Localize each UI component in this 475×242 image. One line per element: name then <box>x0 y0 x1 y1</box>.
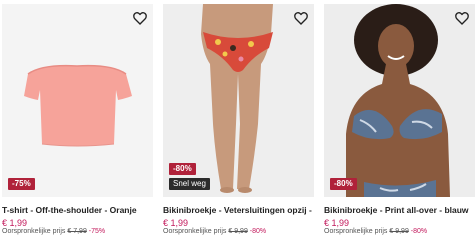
product-image[interactable]: -80% <box>324 4 475 197</box>
product-card[interactable]: -80% Snel weg Bikinibroekje - Vetersluit… <box>163 0 314 242</box>
original-price: € 9,99 <box>389 228 409 235</box>
original-price: € 9,99 <box>228 228 248 235</box>
product-price: € 1,99 <box>163 218 189 228</box>
model-bikini-image <box>324 4 475 197</box>
t-shirt-image <box>2 4 153 197</box>
original-price-line: Oorspronkelijke prijs € 9,99 -80% <box>163 228 266 235</box>
discount-badge: -80% <box>330 178 357 190</box>
product-image[interactable]: -75% <box>2 4 153 197</box>
wishlist-heart-icon[interactable] <box>132 10 148 26</box>
product-image[interactable]: -80% Snel weg <box>163 4 314 197</box>
wishlist-heart-icon[interactable] <box>293 10 309 26</box>
product-grid: -75% T-shirt - Off-the-shoulder - Oranje… <box>0 0 475 242</box>
product-price: € 1,99 <box>2 218 28 228</box>
wishlist-heart-icon[interactable] <box>454 10 470 26</box>
discount-badge: -80% <box>169 163 196 175</box>
original-price-line: Oorspronkelijke prijs € 7,99 -75% <box>2 228 105 235</box>
original-price-label: Oorspronkelijke prijs <box>324 228 388 235</box>
original-discount: -80% <box>410 228 428 235</box>
snel-weg-tag: Snel weg <box>169 178 210 190</box>
product-card[interactable]: -75% T-shirt - Off-the-shoulder - Oranje… <box>2 0 153 242</box>
product-card[interactable]: -80% Bikinibroekje - Print all-over - bl… <box>324 0 475 242</box>
product-title[interactable]: T-shirt - Off-the-shoulder - Oranje <box>2 205 153 215</box>
original-discount: -75% <box>88 228 106 235</box>
original-price-line: Oorspronkelijke prijs € 9,99 -80% <box>324 228 427 235</box>
original-price: € 7,99 <box>67 228 87 235</box>
original-price-label: Oorspronkelijke prijs <box>163 228 227 235</box>
product-price: € 1,99 <box>324 218 350 228</box>
product-title[interactable]: Bikinibroekje - Print all-over - blauw <box>324 205 475 215</box>
product-title[interactable]: Bikinibroekje - Vetersluitingen opzij - … <box>163 205 314 215</box>
discount-badge: -75% <box>8 178 35 190</box>
original-discount: -80% <box>249 228 267 235</box>
original-price-label: Oorspronkelijke prijs <box>2 228 66 235</box>
